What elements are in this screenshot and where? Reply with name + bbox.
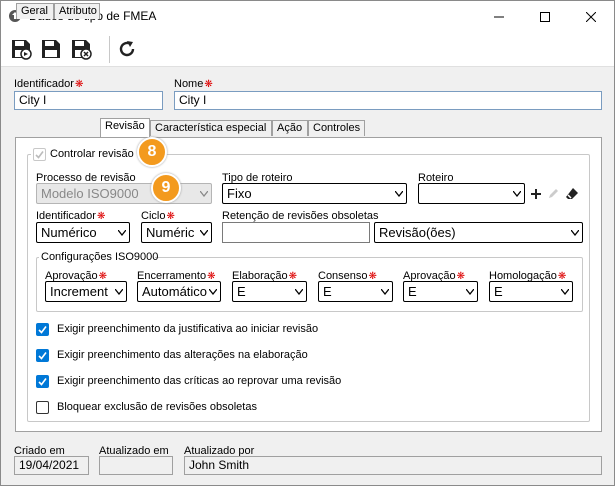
tab-caracteristica-especial[interactable]: Característica especial	[150, 120, 272, 136]
save-close-icon	[72, 40, 92, 60]
toolbar	[1, 32, 614, 67]
roteiro-select[interactable]	[418, 183, 525, 204]
bloquear-exclusao-checkbox[interactable]	[36, 401, 49, 414]
ciclo-label: Ciclo❋	[141, 210, 175, 222]
refresh-icon	[119, 41, 135, 57]
controlar-revisao-checkbox[interactable]	[33, 148, 46, 161]
exigir-alteracoes-label: Exigir preenchimento das alterações na e…	[57, 349, 308, 361]
retencao-unit-select[interactable]: Revisão(ões)	[374, 222, 583, 243]
tab-atributo[interactable]: Atributo	[54, 3, 100, 19]
edit-roteiro-button[interactable]	[545, 184, 562, 203]
iso-aprovacao2-select[interactable]: E	[403, 281, 478, 302]
tab-controles[interactable]: Controles	[308, 120, 365, 136]
retencao-label: Retenção de revisões obsoletas	[222, 210, 379, 222]
iso-consenso-select[interactable]: E	[318, 281, 393, 302]
processo-select[interactable]: Modelo ISO9000	[36, 183, 212, 204]
exigir-justificativa-label: Exigir preenchimento da justificativa ao…	[57, 323, 319, 335]
atualizado-input	[99, 456, 173, 475]
ciclo-select[interactable]: Numéric	[141, 222, 212, 243]
toolbar-separator	[109, 36, 110, 63]
iso9000-group-label: Configurações ISO9000	[41, 251, 159, 263]
callout-badge-9: 9	[151, 173, 181, 203]
identificador-input[interactable]: City I	[14, 91, 163, 110]
rev-identificador-select[interactable]: Numérico	[36, 222, 130, 243]
rev-identificador-label: Identificador❋	[36, 210, 106, 222]
required-icon: ❋	[96, 211, 106, 222]
save-button[interactable]	[39, 37, 63, 61]
save-new-button[interactable]	[9, 37, 33, 61]
add-roteiro-button[interactable]	[527, 184, 544, 203]
atualizado-por-input: John Smith	[184, 456, 602, 475]
retencao-input[interactable]	[222, 222, 370, 243]
tab-revisao[interactable]: Revisão	[100, 118, 150, 137]
exigir-criticas-label: Exigir preenchimento das críticas ao rep…	[57, 375, 342, 387]
required-icon: ❋	[166, 211, 175, 222]
plus-icon	[530, 188, 541, 199]
close-button[interactable]	[568, 1, 614, 32]
save-new-icon	[12, 40, 32, 60]
identificador-label: Identificador❋	[14, 78, 84, 90]
required-icon: ❋	[74, 79, 84, 90]
callout-badge-8: 8	[137, 137, 167, 167]
minimize-button[interactable]	[476, 1, 522, 32]
controlar-revisao-label: Controlar revisão	[50, 148, 134, 160]
pencil-icon	[549, 189, 558, 198]
eraser-icon	[565, 187, 578, 199]
exigir-criticas-checkbox[interactable]	[36, 375, 49, 388]
maximize-button[interactable]	[522, 1, 568, 32]
exigir-justificativa-checkbox[interactable]	[36, 323, 49, 336]
dialog-window: Dados do tipo de FMEA Identificador❋ Cit…	[0, 0, 615, 486]
save-close-button[interactable]	[69, 37, 93, 61]
tab-acao[interactable]: Ação	[272, 120, 308, 136]
checkmark-icon	[38, 378, 47, 386]
clear-roteiro-button[interactable]	[563, 184, 580, 203]
required-icon: ❋	[204, 79, 213, 90]
refresh-button[interactable]	[115, 37, 139, 61]
iso-aprovacao-select[interactable]: Increment	[45, 281, 127, 302]
save-icon	[42, 40, 60, 58]
iso-encerramento-select[interactable]: Automático	[137, 281, 221, 302]
criado-input: 19/04/2021	[14, 456, 89, 475]
checkmark-icon	[38, 326, 47, 334]
nome-input[interactable]: City I	[174, 91, 602, 110]
tab-geral[interactable]: Geral	[16, 3, 54, 19]
iso-homologacao-select[interactable]: E	[489, 281, 573, 302]
exigir-alteracoes-checkbox[interactable]	[36, 349, 49, 362]
tipo-roteiro-select[interactable]: Fixo	[222, 183, 407, 204]
nome-label: Nome❋	[174, 78, 213, 90]
bloquear-exclusao-label: Bloquear exclusão de revisões obsoletas	[57, 401, 257, 413]
iso-elaboracao-select[interactable]: E	[232, 281, 307, 302]
checkmark-icon	[38, 352, 47, 360]
